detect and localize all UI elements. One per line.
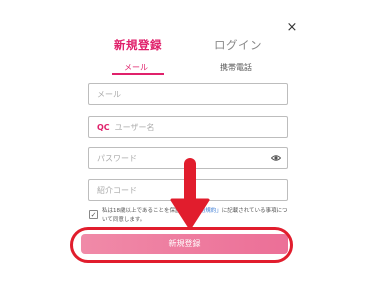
check-icon: ✓ <box>90 211 97 219</box>
tab-login[interactable]: ログイン <box>214 37 262 53</box>
active-subtab-indicator <box>112 73 164 75</box>
username-prefix: QC <box>97 122 110 132</box>
close-icon: × <box>286 20 298 35</box>
username-placeholder: ユーザー名 <box>114 122 155 132</box>
referral-placeholder: 紹介コード <box>97 185 137 195</box>
username-field[interactable]: QC ユーザー名 <box>88 116 288 138</box>
email-field[interactable]: メール <box>88 83 288 105</box>
tab-register[interactable]: 新規登録 <box>114 37 162 53</box>
down-arrow-icon <box>170 158 210 230</box>
email-placeholder: メール <box>97 89 121 99</box>
eye-icon[interactable] <box>271 154 281 162</box>
highlight-circle <box>70 227 293 263</box>
subtab-mail[interactable]: メール <box>124 62 148 73</box>
password-placeholder: パスワード <box>97 153 137 163</box>
subtab-phone[interactable]: 携帯電話 <box>220 62 252 73</box>
close-button[interactable]: × <box>284 20 300 36</box>
agree-checkbox[interactable]: ✓ <box>89 210 98 219</box>
